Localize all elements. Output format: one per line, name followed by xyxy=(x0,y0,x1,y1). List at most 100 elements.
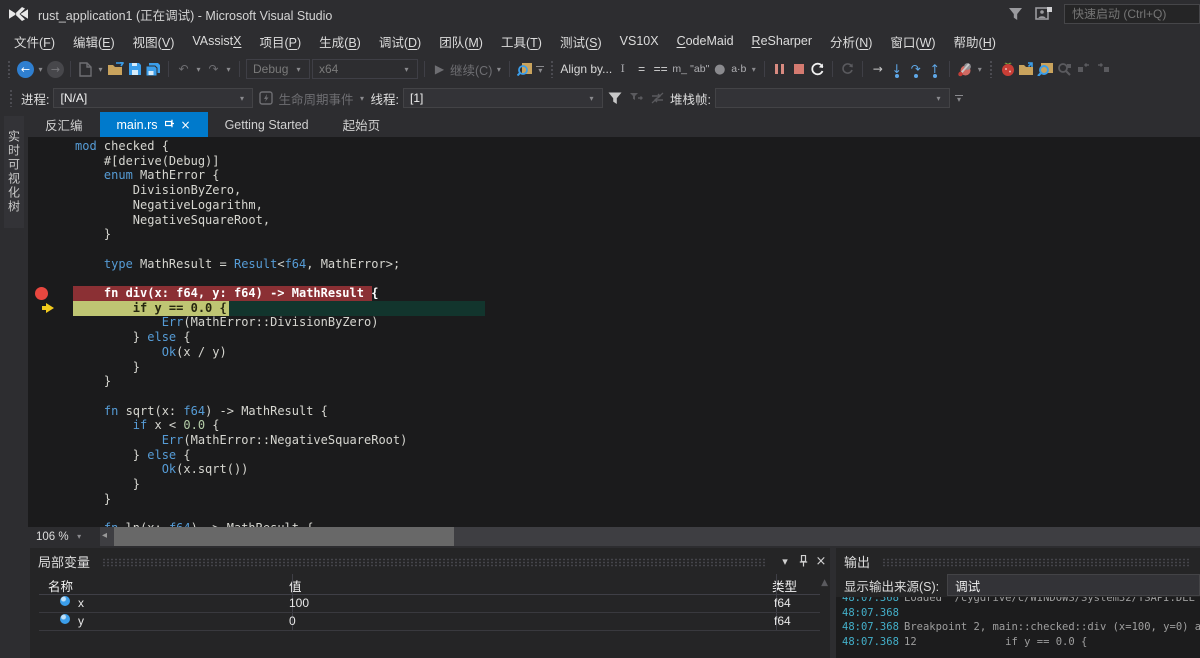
menu-item-vs10x[interactable]: VS10X xyxy=(611,34,668,48)
zoom-level-combo[interactable]: 106 %▾ xyxy=(28,531,100,543)
close-tab-icon[interactable]: × xyxy=(181,118,191,132)
codemaid-button[interactable] xyxy=(999,58,1016,80)
align-dot-button[interactable]: ● xyxy=(711,58,728,80)
restart-button[interactable] xyxy=(809,58,826,80)
live-visual-tree-vertical-tab[interactable]: 实时可视化树 xyxy=(4,116,24,228)
show-next-statement-button[interactable]: → xyxy=(869,58,886,80)
notifications-funnel-icon[interactable] xyxy=(1008,7,1023,21)
code-editor[interactable]: mod checked { #[derive(Debug)] enum Math… xyxy=(28,137,1200,527)
resharper-nav-back-icon[interactable] xyxy=(1075,58,1092,80)
align-ab-button[interactable]: a·b xyxy=(730,58,747,80)
filter-threads-icon[interactable] xyxy=(607,87,624,109)
align-member-button[interactable]: m_ xyxy=(671,58,688,80)
tab-getting-started[interactable]: Getting Started xyxy=(208,112,326,137)
output-source-combo[interactable]: 调试 xyxy=(947,574,1200,596)
toolbar-grip[interactable] xyxy=(989,60,994,78)
navigate-forward-button[interactable]: → xyxy=(47,58,64,80)
toggle-flagged-icon[interactable] xyxy=(649,87,666,109)
tab-disassembly[interactable]: 反汇编 xyxy=(28,112,100,137)
pin-icon[interactable] xyxy=(794,555,812,567)
continue-button[interactable]: 继续(C) xyxy=(450,58,492,80)
toolbar-grip[interactable] xyxy=(7,60,12,78)
new-file-button[interactable] xyxy=(77,58,94,80)
menu-item-team[interactable]: 团队(M) xyxy=(430,32,492,51)
locals-scrollbar-up-icon[interactable]: ▲ xyxy=(821,578,828,588)
undo-button[interactable]: ↶ xyxy=(175,58,192,80)
menu-item-codemaid[interactable]: CodeMaid xyxy=(668,34,743,48)
find-in-solution-button[interactable] xyxy=(1037,58,1054,80)
scroll-left-icon[interactable]: ◂ xyxy=(102,530,107,541)
save-all-button[interactable] xyxy=(145,58,162,80)
variable-value[interactable]: 100 xyxy=(289,596,309,610)
close-icon[interactable]: × xyxy=(812,554,830,569)
menu-item-edit[interactable]: 编辑(E) xyxy=(64,32,124,51)
menu-item-resharper[interactable]: ReSharper xyxy=(743,34,821,48)
quick-launch-input[interactable] xyxy=(1064,4,1200,24)
navigate-back-button[interactable]: ← xyxy=(17,58,34,80)
filter-flagged-icon[interactable] xyxy=(628,87,645,109)
open-file-button[interactable] xyxy=(107,58,124,80)
ibeam-icon[interactable]: I xyxy=(614,58,631,80)
tab-start-page[interactable]: 起始页 xyxy=(326,112,398,137)
locals-row-y[interactable]: y0f64 xyxy=(39,612,820,631)
window-position-caret-icon[interactable]: ▾ xyxy=(776,555,794,568)
thread-combo[interactable]: [1]▾ xyxy=(403,88,603,108)
continue-play-icon[interactable]: ▶ xyxy=(431,58,448,80)
lifecycle-events-icon[interactable] xyxy=(257,87,274,109)
stop-debugging-button[interactable] xyxy=(790,58,807,80)
save-button[interactable] xyxy=(126,58,143,80)
output-title-bar[interactable]: 输出 xyxy=(836,548,1200,574)
toolbar-grip[interactable] xyxy=(9,89,14,107)
open-containing-folder-button[interactable] xyxy=(1018,58,1035,80)
tab-main-rs[interactable]: main.rs× xyxy=(100,112,208,137)
search-disabled-button[interactable] xyxy=(1056,58,1073,80)
find-in-files-button[interactable] xyxy=(516,58,533,80)
menu-item-build[interactable]: 生成(B) xyxy=(310,32,370,51)
continue-dropdown-caret[interactable]: ▾ xyxy=(494,65,503,74)
column-name[interactable]: 名称 xyxy=(48,576,73,595)
toolbar-overflow-button[interactable]: ▾ xyxy=(954,95,964,102)
step-into-button[interactable]: ↓ xyxy=(888,59,905,79)
lifecycle-events-button[interactable]: 生命周期事件 xyxy=(278,89,353,108)
toolbar-overflow-button[interactable]: ▾ xyxy=(535,66,545,73)
menu-item-tools[interactable]: 工具(T) xyxy=(492,32,551,51)
align-string-button[interactable]: "ab" xyxy=(690,58,709,80)
feedback-icon[interactable] xyxy=(1035,7,1052,22)
menu-item-project[interactable]: 项目(P) xyxy=(250,32,310,51)
align-equals-button[interactable]: = xyxy=(633,58,650,80)
step-out-button[interactable]: ↑ xyxy=(926,59,943,79)
menu-item-vassistx[interactable]: VAssistX xyxy=(183,34,250,48)
resharper-nav-forward-icon[interactable] xyxy=(1094,58,1111,80)
locals-column-headers[interactable]: 名称 值 类型 xyxy=(39,574,820,595)
redo-dropdown-caret[interactable]: ▾ xyxy=(224,65,233,74)
solution-platform-combo[interactable]: x64▾ xyxy=(312,59,418,79)
menu-item-debug[interactable]: 调试(D) xyxy=(370,32,430,51)
process-combo[interactable]: [N/A]▾ xyxy=(53,88,253,108)
menu-item-view[interactable]: 视图(V) xyxy=(124,32,184,51)
menu-item-file[interactable]: 文件(F) xyxy=(5,32,64,51)
pause-button[interactable] xyxy=(771,58,788,80)
stack-frame-combo[interactable]: ▾ xyxy=(715,88,950,108)
pin-tab-icon[interactable] xyxy=(165,119,174,130)
menu-item-help[interactable]: 帮助(H) xyxy=(945,32,1005,51)
locals-title-bar[interactable]: 局部变量 ▾ × xyxy=(30,548,830,574)
undo-dropdown-caret[interactable]: ▾ xyxy=(194,65,203,74)
locals-row-x[interactable]: x100f64 xyxy=(39,594,820,613)
menu-item-analyze[interactable]: 分析(N) xyxy=(821,32,881,51)
new-file-dropdown-caret[interactable]: ▾ xyxy=(96,65,105,74)
variable-value[interactable]: 0 xyxy=(289,614,296,628)
align-by-button[interactable]: Align by... xyxy=(560,58,612,80)
toolbar-grip[interactable] xyxy=(550,60,555,78)
redo-button[interactable]: ↷ xyxy=(205,58,222,80)
menu-item-window[interactable]: 窗口(W) xyxy=(881,32,944,51)
breakpoints-dropdown-caret[interactable]: ▾ xyxy=(975,65,984,74)
menu-item-test[interactable]: 测试(S) xyxy=(551,32,611,51)
scrollbar-thumb[interactable] xyxy=(114,527,454,546)
apply-code-changes-button[interactable] xyxy=(839,58,856,80)
solution-configuration-combo[interactable]: Debug▾ xyxy=(246,59,310,79)
lifecycle-dropdown-caret[interactable]: ▾ xyxy=(358,94,367,103)
step-over-button[interactable]: ↷ xyxy=(907,59,924,79)
horizontal-scrollbar[interactable]: ◂ xyxy=(100,527,1200,546)
back-dropdown-caret[interactable]: ▾ xyxy=(36,65,45,74)
column-value[interactable]: 值 xyxy=(289,576,302,595)
